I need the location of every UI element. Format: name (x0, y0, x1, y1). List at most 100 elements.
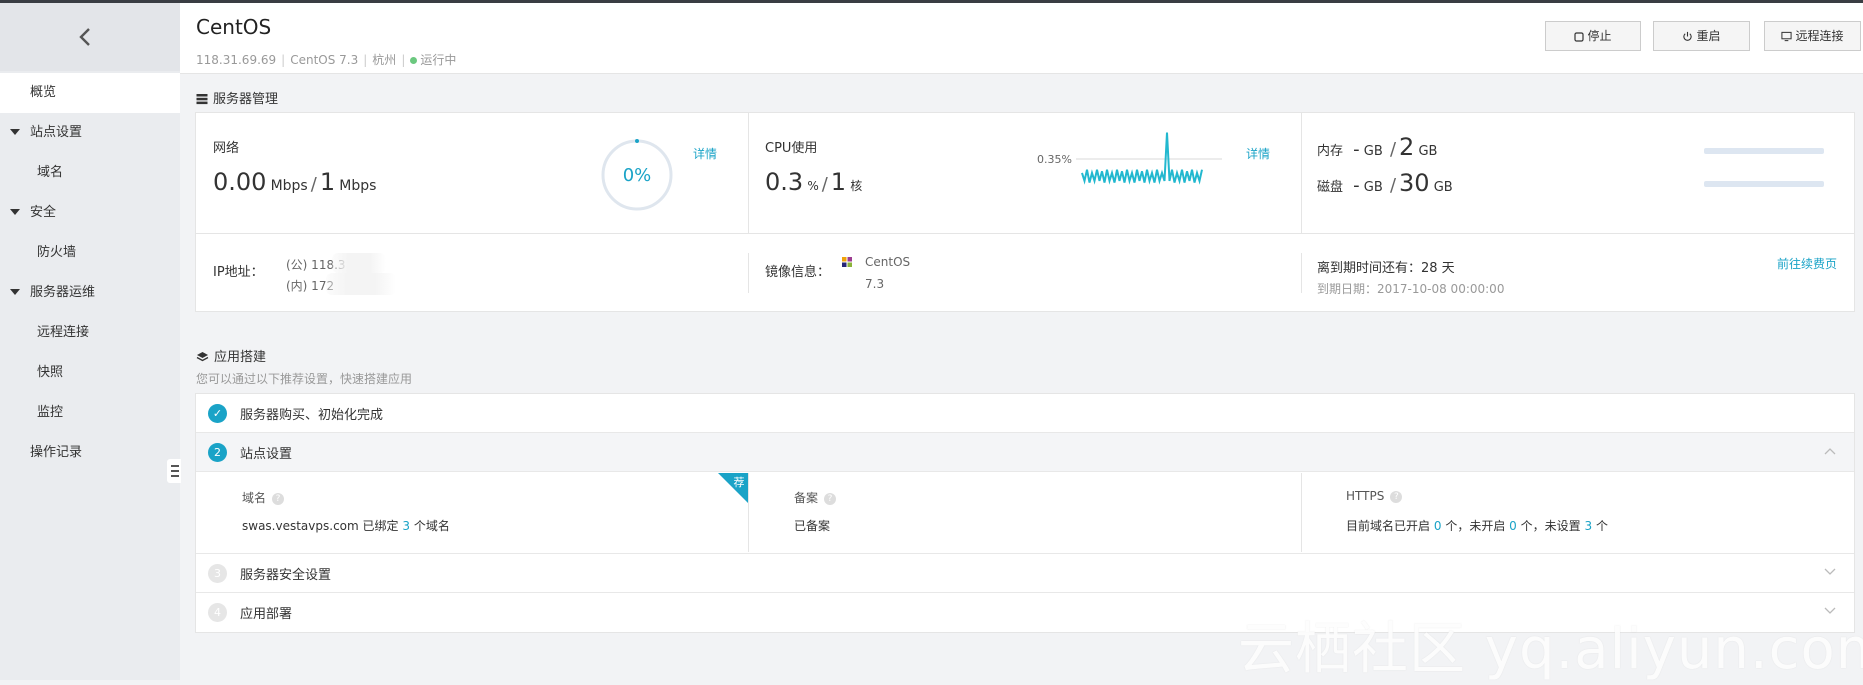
expiry-remaining: 离到期时间还有：28 天 (1317, 261, 1455, 276)
https-off-link[interactable]: 0 (1509, 519, 1517, 533)
step-1[interactable]: ✓ 服务器购买、初始化完成 (196, 394, 1854, 433)
help-icon[interactable]: ? (1390, 491, 1403, 503)
sidebar-item-label: 站点设置 (30, 125, 83, 140)
memory-bar (1704, 148, 1824, 154)
network-detail-link[interactable]: 详情 (693, 145, 717, 162)
network-gauge: 0% (601, 139, 673, 211)
sidebar-item-label: 操作记录 (30, 445, 83, 460)
https-text: 目前域名已开启 (1346, 519, 1431, 533)
disk-total-unit: GB (1433, 180, 1453, 195)
memory-total: 2 (1399, 133, 1415, 161)
restart-button-label: 重启 (1696, 29, 1721, 43)
step-number: 4 (208, 603, 227, 622)
sidebar-item-label: 远程连接 (37, 325, 90, 340)
sidebar-item-firewall[interactable]: 防火墙 (0, 233, 180, 273)
cpu-sparkline-path (1081, 132, 1203, 185)
remote-connect-button[interactable]: 远程连接 (1764, 21, 1861, 51)
sidebar-item-remote[interactable]: 远程连接 (0, 313, 180, 353)
domain-label: 域名 (242, 491, 267, 505)
expiry-date: 到期日期：2017-10-08 00:00:00 (1317, 282, 1505, 296)
sidebar-item-label: 监控 (37, 405, 64, 420)
network-usage: 0.00 Mbps/1 Mbps (213, 168, 376, 196)
domain-text-post: 个域名 (413, 519, 450, 533)
remote-connect-label: 远程连接 (1795, 29, 1844, 43)
instance-ip: 118.31.69.69 (196, 53, 277, 67)
domain-header: 域名? (242, 489, 285, 506)
sidebar-collapse-handle[interactable] (167, 459, 181, 483)
network-unit: Mbps (270, 178, 308, 194)
domain-count-link[interactable]: 3 (402, 519, 410, 533)
help-icon[interactable]: ? (824, 493, 837, 505)
cpu-sep: / (821, 174, 828, 195)
cpu-peak-label: 0.35% (1037, 153, 1072, 166)
restart-button[interactable]: 重启 (1653, 21, 1750, 51)
icp-header: 备案? (794, 489, 837, 506)
domain-status: swas.vestavps.com 已绑定 3 个域名 (242, 517, 450, 534)
stop-button-label: 停止 (1587, 29, 1612, 43)
server-section-title: 服务器管理 (196, 88, 278, 107)
sidebar-group-ops[interactable]: 服务器运维 (0, 273, 180, 313)
https-unset-link[interactable]: 3 (1584, 519, 1592, 533)
https-text: 个，未设置 (1520, 519, 1581, 533)
sidebar-item-snapshot[interactable]: 快照 (0, 353, 180, 393)
step-label: 站点设置 (240, 447, 293, 462)
apps-subtitle: 您可以通过以下推荐设置，快速搭建应用 (196, 372, 413, 386)
cpu-detail-link[interactable]: 详情 (1246, 145, 1270, 162)
network-value: 0.00 (213, 168, 267, 196)
sidebar-item-label: 安全 (30, 205, 57, 220)
https-text: 个，未开启 (1445, 519, 1506, 533)
cpu-unit: % (807, 179, 819, 193)
step-2[interactable]: 2 站点设置 (196, 433, 1854, 472)
sidebar-group-security[interactable]: 安全 (0, 193, 180, 233)
disk-used: - (1353, 175, 1360, 196)
https-on-link[interactable]: 0 (1434, 519, 1442, 533)
power-icon (1683, 31, 1693, 41)
sidebar-group-site-settings[interactable]: 站点设置 (0, 113, 180, 153)
sidebar-item-domain[interactable]: 域名 (0, 153, 180, 193)
apps-section-label: 应用搭建 (214, 350, 267, 365)
step-label: 服务器购买、初始化完成 (240, 408, 384, 423)
cpu-value: 0.3 (765, 168, 804, 196)
disk-bar (1704, 181, 1824, 187)
icp-value: 已备案 (794, 519, 831, 533)
sidebar-item-oplog[interactable]: 操作记录 (0, 433, 180, 473)
help-icon[interactable]: ? (272, 493, 285, 505)
icp-label: 备案 (794, 491, 819, 505)
sidebar-item-overview[interactable]: 概览 (0, 73, 180, 113)
disk-label: 磁盘 (1317, 180, 1344, 195)
stop-icon (1574, 32, 1585, 42)
apps-section-title: 应用搭建 (196, 346, 266, 365)
instance-os: CentOS 7.3 (290, 53, 359, 67)
layers-icon (196, 352, 209, 362)
step-label: 应用部署 (240, 607, 293, 622)
memory-sep: / (1389, 139, 1397, 160)
instance-region: 杭州 (372, 53, 397, 67)
sidebar-item-label: 防火墙 (37, 245, 77, 260)
network-label: 网络 (213, 141, 240, 156)
stop-button[interactable]: 停止 (1545, 21, 1641, 51)
step-number: 2 (208, 443, 227, 462)
cpu-sparkline (1076, 132, 1222, 185)
back-button[interactable] (0, 3, 180, 71)
disk-sep: / (1389, 175, 1397, 196)
centos-logo-icon (842, 257, 852, 267)
disk-usage: 磁盘 - GB /30 GB (1317, 169, 1453, 197)
chevron-left-icon (79, 28, 90, 46)
renew-link[interactable]: 前往续费页 (1777, 255, 1837, 272)
step-2-panel: 域名? swas.vestavps.com 已绑定 3 个域名 荐 备案? 已备… (196, 473, 1854, 554)
sidebar-item-monitor[interactable]: 监控 (0, 393, 180, 433)
step-3[interactable]: 3 服务器安全设置 (196, 554, 1854, 593)
domain-text: swas.vestavps.com 已绑定 (242, 519, 399, 533)
cpu-cores-unit: 核 (850, 179, 863, 193)
disk-used-unit: GB (1363, 180, 1383, 195)
recommended-badge-text: 荐 (734, 476, 745, 489)
caret-down-icon (10, 289, 20, 295)
redacted-blur (332, 253, 386, 273)
step-label: 服务器安全设置 (240, 568, 332, 583)
recommended-badge: 荐 (718, 473, 748, 503)
sidebar: 概览 站点设置 域名 安全 防火墙 服务器运维 远程连接 快照 监控 操作记录 (0, 3, 181, 680)
status-text: 运行中 (420, 53, 457, 67)
https-label: HTTPS (1346, 489, 1385, 503)
server-card: 网络 0.00 Mbps/1 Mbps 0% 详情 CPU使用 0.3 %/1 … (195, 112, 1855, 312)
network-gauge-text: 0% (623, 165, 652, 186)
